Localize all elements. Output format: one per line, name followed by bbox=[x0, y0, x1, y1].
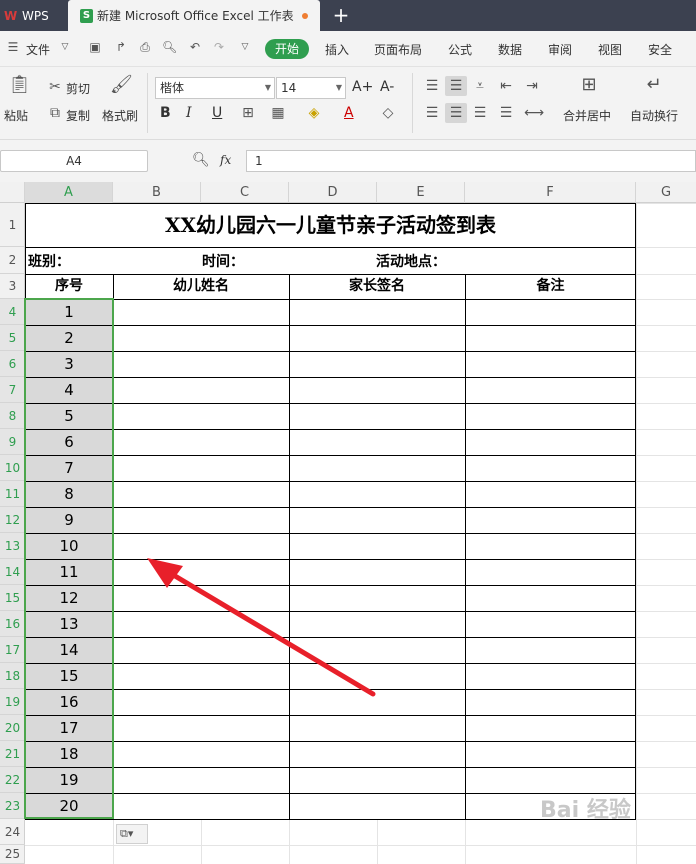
watermark-text: Bai 经验 bbox=[540, 798, 631, 823]
red-arrow-annotation bbox=[147, 558, 376, 697]
arrow-shaft bbox=[167, 570, 376, 697]
arrow-head-icon bbox=[147, 558, 183, 588]
